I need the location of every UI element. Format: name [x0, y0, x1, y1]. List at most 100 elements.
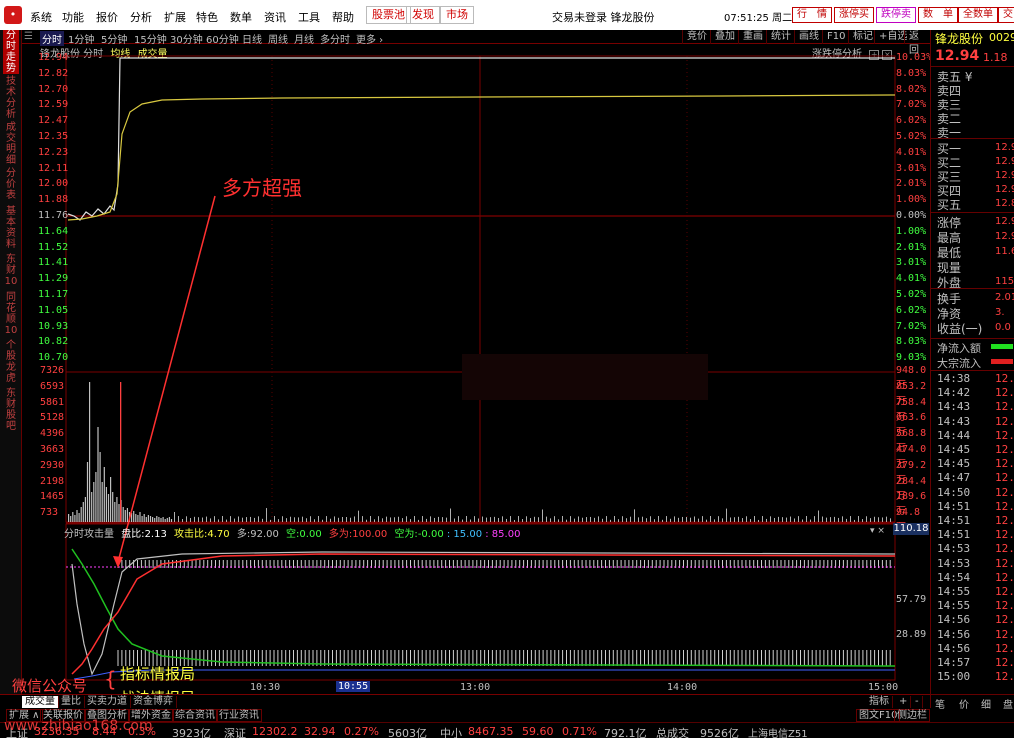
- menu-icon[interactable]: ☰: [24, 31, 33, 42]
- tab-plus[interactable]: +: [896, 696, 912, 708]
- bid-value: 12.9: [995, 142, 1014, 153]
- volume-bar: [358, 510, 359, 522]
- volume-bar: [72, 512, 74, 522]
- volume-bar: [658, 516, 659, 522]
- tooltip-box: [462, 354, 708, 400]
- volume-bar: [82, 502, 84, 522]
- tick-tab-trade[interactable]: 笔: [935, 696, 945, 711]
- tick-tab-detail[interactable]: 细: [981, 696, 991, 711]
- volume-bar: [242, 517, 243, 522]
- tab-volume-ratio[interactable]: 量比: [58, 696, 85, 708]
- redraw-button[interactable]: 重画: [738, 30, 767, 44]
- tab-buy-sell[interactable]: 买卖力道: [84, 696, 131, 708]
- menu-system[interactable]: 系统: [30, 9, 52, 25]
- tab-volume[interactable]: 成交量: [22, 696, 59, 708]
- stock-name: 锋龙股份: [935, 32, 984, 46]
- volume-bar: [143, 514, 145, 522]
- menu-shudan[interactable]: 数单: [230, 9, 252, 25]
- shudan-button[interactable]: 数 单: [918, 7, 958, 23]
- volume-bar: [246, 517, 247, 522]
- volume-bar: [698, 518, 699, 522]
- sidebar-tab-trade-detail[interactable]: 成交明细: [3, 122, 19, 166]
- tick-tab-price[interactable]: 价: [959, 696, 969, 711]
- volume-bar: [862, 519, 863, 522]
- volume-bar: [482, 516, 483, 522]
- volume-bar: [342, 516, 343, 522]
- stock-pool-button[interactable]: 股票池: [366, 6, 411, 24]
- volume-bar: [458, 516, 459, 522]
- tick-price: 12.9: [995, 542, 1014, 556]
- indicator-name[interactable]: 分时攻击量: [64, 529, 114, 540]
- discover-button[interactable]: 发现: [406, 6, 440, 24]
- volume-bar: [846, 518, 847, 522]
- trade-button[interactable]: 交: [998, 7, 1014, 23]
- market-button[interactable]: 市场: [440, 6, 474, 24]
- all-shudan-button[interactable]: 全数单: [958, 7, 998, 23]
- volume-bar: [160, 518, 162, 522]
- menu-function[interactable]: 功能: [62, 9, 84, 25]
- sidebar-tab-eastmoney10[interactable]: 东财10: [3, 254, 19, 288]
- volume-bar: [402, 518, 403, 522]
- f10-button[interactable]: F10: [822, 30, 849, 44]
- limit-down-sell-button[interactable]: 跌停卖: [876, 7, 916, 23]
- mark-button[interactable]: 标记: [848, 30, 877, 44]
- menu-news[interactable]: 资讯: [264, 9, 286, 25]
- tick-tab-board[interactable]: 盘: [1003, 696, 1013, 711]
- tab-indicator[interactable]: 指标: [866, 696, 893, 708]
- quote-tab-button[interactable]: 行 情: [792, 7, 832, 23]
- auction-button[interactable]: 竞价: [682, 30, 711, 44]
- menu-tools[interactable]: 工具: [298, 9, 320, 25]
- divider: [931, 138, 1014, 139]
- limit-up-buy-button[interactable]: 涨停买: [834, 7, 874, 23]
- volume-bar: [133, 511, 135, 522]
- volume-bar: [422, 516, 423, 522]
- volume-bar: [206, 516, 207, 522]
- draw-line-button[interactable]: 画线: [794, 30, 823, 44]
- menu-extend[interactable]: 扩展: [164, 9, 186, 25]
- ext-industry[interactable]: 行业资讯: [216, 709, 262, 722]
- tab-fund-game[interactable]: 资金博弈: [130, 696, 177, 708]
- sidebar-tab-basic-info[interactable]: 基本资料: [3, 206, 19, 250]
- volume-bar: [101, 482, 103, 522]
- price-tick: 10.93: [38, 320, 69, 332]
- sidebar-tab-dragon-tiger[interactable]: 个股龙虎: [3, 340, 19, 384]
- pan-ratio-value: 2.13: [144, 529, 167, 540]
- volume-bar: [152, 517, 154, 522]
- sidebar-tab-price-table[interactable]: 分价表: [3, 168, 19, 202]
- volume-tick: 5861: [40, 396, 65, 408]
- volume-bar: [218, 519, 219, 522]
- sidebar-tab-technical[interactable]: 技术分析: [3, 76, 19, 120]
- volume-bar-spike: [120, 382, 122, 522]
- stats-button[interactable]: 统计: [766, 30, 795, 44]
- sidebar-tab-intraday[interactable]: 分时走势: [3, 30, 19, 74]
- tick-time: 14:50: [937, 485, 971, 499]
- back-button[interactable]: 返回: [904, 30, 930, 56]
- volume-bar: [338, 517, 339, 522]
- sidebar-tab-ths10[interactable]: 同花顺10: [3, 292, 19, 336]
- volume-bar: [854, 519, 855, 522]
- volume-bar: [542, 509, 543, 522]
- ext-news[interactable]: 综合资讯: [172, 709, 218, 722]
- volume-bar: [654, 519, 655, 522]
- volume-bar: [74, 515, 76, 522]
- overlay-button[interactable]: 叠加: [710, 30, 739, 44]
- intraday-chart[interactable]: [22, 44, 930, 694]
- volume-bar: [822, 516, 823, 522]
- volume-bar: [78, 513, 80, 522]
- menu-feature[interactable]: 特色: [196, 9, 218, 25]
- indicator-controls[interactable]: ▾ ×: [870, 526, 885, 536]
- volume-bar: [454, 518, 455, 522]
- menu-analysis[interactable]: 分析: [130, 9, 152, 25]
- volume-bar: [674, 516, 675, 522]
- period-toolbar: ☰ 分时 1分钟 5分钟 15分钟 30分钟 60分钟 日线 周线 月线 多分时…: [22, 30, 930, 56]
- volume-bar: [462, 519, 463, 522]
- sidebar-tab-guba[interactable]: 东财股吧: [3, 388, 19, 432]
- long-value: 92.00: [250, 529, 279, 540]
- volume-bar: [426, 518, 427, 522]
- ext-sidebar[interactable]: 侧边栏: [894, 709, 930, 722]
- tick-price: 12.9: [995, 641, 1014, 655]
- menu-help[interactable]: 帮助: [332, 9, 354, 25]
- menu-quote[interactable]: 报价: [96, 9, 118, 25]
- tab-minus[interactable]: -: [912, 696, 923, 708]
- volume-bar: [578, 516, 579, 522]
